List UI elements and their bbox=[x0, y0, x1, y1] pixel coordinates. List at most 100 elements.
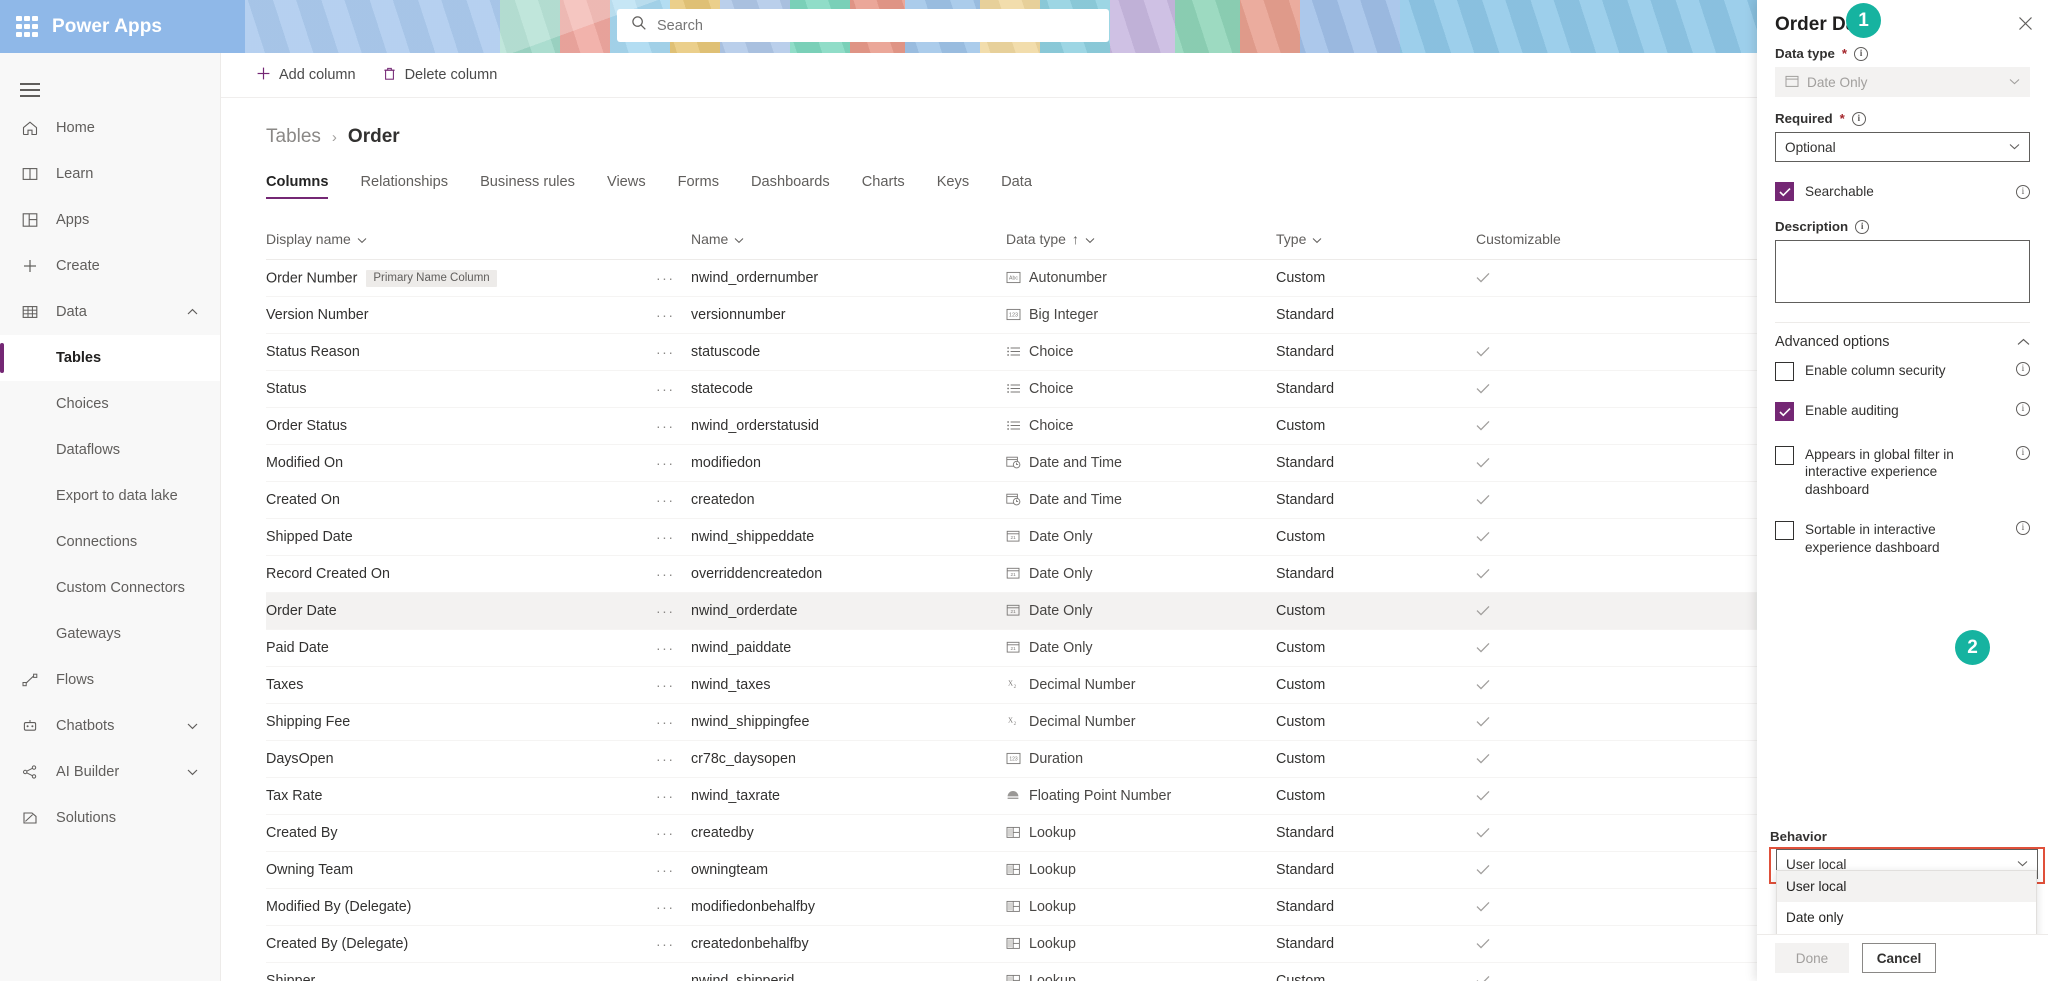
sidebar-item-data[interactable]: Data bbox=[0, 289, 220, 335]
chevron-down-icon[interactable] bbox=[1312, 231, 1322, 247]
behavior-option-user-local[interactable]: User local bbox=[1777, 871, 2036, 902]
required-select[interactable]: Optional bbox=[1775, 132, 2030, 162]
sidebar-item-solutions[interactable]: Solutions bbox=[0, 795, 220, 841]
cell-display-name[interactable]: DaysOpen bbox=[266, 740, 656, 778]
app-launcher-icon[interactable] bbox=[16, 15, 38, 38]
row-overflow-menu[interactable]: ··· bbox=[656, 851, 691, 889]
table-row[interactable]: Status Reason ··· statuscode Choice Standard bbox=[266, 333, 1786, 371]
behavior-option-date-only[interactable]: Date only bbox=[1777, 902, 2036, 933]
cell-display-name[interactable]: Order Date bbox=[266, 592, 656, 630]
sidebar-item-home[interactable]: Home bbox=[0, 105, 220, 151]
behavior-option-time-zone-independent[interactable]: Time zone independent bbox=[1777, 933, 2036, 934]
tab-charts[interactable]: Charts bbox=[846, 170, 921, 199]
tab-views[interactable]: Views bbox=[591, 170, 662, 199]
cell-display-name[interactable]: Modified By (Delegate) bbox=[266, 888, 656, 926]
sidebar-item-create[interactable]: Create bbox=[0, 243, 220, 289]
cell-display-name[interactable]: Created On bbox=[266, 481, 656, 519]
table-row[interactable]: Created By ··· createdby Lookup Standard bbox=[266, 814, 1786, 852]
chevron-up-icon[interactable] bbox=[187, 304, 198, 320]
hamburger-icon[interactable] bbox=[0, 63, 221, 105]
chevron-down-icon[interactable] bbox=[2009, 141, 2020, 153]
cell-display-name[interactable]: Status bbox=[266, 370, 656, 408]
row-overflow-menu[interactable]: ··· bbox=[656, 333, 691, 371]
table-row[interactable]: Taxes ··· nwind_taxes X 2 Decimal Number Custo… bbox=[266, 666, 1786, 704]
chevron-down-icon[interactable] bbox=[187, 718, 198, 734]
done-button[interactable]: Done bbox=[1775, 943, 1849, 973]
table-row[interactable]: Shipped Date ··· nwind_shippeddate 21 Date O… bbox=[266, 518, 1786, 556]
cell-display-name[interactable]: Record Created On bbox=[266, 555, 656, 593]
row-overflow-menu[interactable]: ··· bbox=[656, 259, 691, 297]
table-row[interactable]: Status ··· statecode Choice Standard bbox=[266, 370, 1786, 408]
info-icon[interactable]: i bbox=[2016, 402, 2030, 416]
searchable-checkbox[interactable] bbox=[1775, 182, 1794, 201]
info-icon[interactable]: i bbox=[1855, 219, 1870, 234]
table-row[interactable]: Version Number ··· versionnumber 123 Big Int… bbox=[266, 296, 1786, 334]
tab-data[interactable]: Data bbox=[985, 170, 1048, 199]
sidebar-item-gateways[interactable]: Gateways bbox=[0, 611, 220, 657]
row-overflow-menu[interactable]: ··· bbox=[656, 777, 691, 815]
cell-display-name[interactable]: Created By (Delegate) bbox=[266, 925, 656, 963]
row-overflow-menu[interactable]: ··· bbox=[656, 666, 691, 704]
sidebar-item-dataflows[interactable]: Dataflows bbox=[0, 427, 220, 473]
row-overflow-menu[interactable]: ··· bbox=[656, 592, 691, 630]
cell-display-name[interactable]: Created By bbox=[266, 814, 656, 852]
sidebar-item-learn[interactable]: Learn bbox=[0, 151, 220, 197]
row-overflow-menu[interactable]: ··· bbox=[656, 740, 691, 778]
sidebar-item-chatbots[interactable]: Chatbots bbox=[0, 703, 220, 749]
table-row[interactable]: Owning Team ··· owningteam Lookup Standard bbox=[266, 851, 1786, 889]
search-input[interactable] bbox=[657, 17, 1095, 34]
table-row[interactable]: Tax Rate ··· nwind_taxrate Floating Point N… bbox=[266, 777, 1786, 815]
tab-columns[interactable]: Columns bbox=[266, 170, 344, 199]
row-overflow-menu[interactable]: ··· bbox=[656, 296, 691, 334]
info-icon[interactable]: i bbox=[2016, 521, 2030, 536]
sidebar-item-connections[interactable]: Connections bbox=[0, 519, 220, 565]
chevron-down-icon[interactable] bbox=[1085, 231, 1095, 247]
row-overflow-menu[interactable]: ··· bbox=[656, 925, 691, 963]
tab-business-rules[interactable]: Business rules bbox=[464, 170, 591, 199]
table-row[interactable]: Order Status ··· nwind_orderstatusid Choice… bbox=[266, 407, 1786, 445]
cell-display-name[interactable]: Shipping Fee bbox=[266, 703, 656, 741]
cell-display-name[interactable]: Order Number Primary Name Column bbox=[266, 259, 656, 297]
row-overflow-menu[interactable]: ··· bbox=[656, 481, 691, 519]
tab-keys[interactable]: Keys bbox=[921, 170, 985, 199]
cell-display-name[interactable]: Shipped Date bbox=[266, 518, 656, 556]
row-overflow-menu[interactable]: ··· bbox=[656, 444, 691, 482]
row-overflow-menu[interactable]: ··· bbox=[656, 518, 691, 556]
global-filter-checkbox[interactable] bbox=[1775, 446, 1794, 465]
chevron-down-icon[interactable] bbox=[734, 231, 744, 247]
sidebar-item-custom-connectors[interactable]: Custom Connectors bbox=[0, 565, 220, 611]
cancel-button[interactable]: Cancel bbox=[1862, 943, 1936, 973]
sidebar-item-tables[interactable]: Tables bbox=[0, 335, 220, 381]
table-row[interactable]: Order Date ··· nwind_orderdate 21 Date Only C… bbox=[266, 592, 1786, 630]
info-icon[interactable]: i bbox=[2016, 184, 2030, 199]
row-overflow-menu[interactable]: ··· bbox=[656, 407, 691, 445]
sortable-dashboard-checkbox[interactable] bbox=[1775, 521, 1794, 541]
close-icon[interactable] bbox=[2017, 15, 2034, 36]
table-row[interactable]: Modified On ··· modifiedon Date and Time Sta… bbox=[266, 444, 1786, 482]
info-icon[interactable]: i bbox=[1851, 111, 1866, 126]
col-header-customizable[interactable]: Customizable bbox=[1476, 221, 1786, 260]
info-icon[interactable]: i bbox=[2016, 446, 2030, 460]
chevron-down-icon[interactable] bbox=[187, 764, 198, 780]
sidebar-item-ai-builder[interactable]: AI Builder bbox=[0, 749, 220, 795]
global-search[interactable] bbox=[617, 9, 1109, 42]
table-row[interactable]: Created By (Delegate) ··· createdonbehalfb… bbox=[266, 925, 1786, 963]
row-overflow-menu[interactable]: ··· bbox=[656, 629, 691, 667]
enable-auditing-checkbox[interactable] bbox=[1775, 402, 1794, 421]
table-row[interactable]: Paid Date ··· nwind_paiddate 21 Date Only Cus… bbox=[266, 629, 1786, 667]
table-row[interactable]: Modified By (Delegate) ··· modifiedonbehal… bbox=[266, 888, 1786, 926]
tab-forms[interactable]: Forms bbox=[662, 170, 735, 199]
table-row[interactable]: Order Number Primary Name Column ··· nwind_… bbox=[266, 259, 1786, 297]
add-column-button[interactable]: Add column bbox=[248, 61, 364, 90]
cell-display-name[interactable]: Tax Rate bbox=[266, 777, 656, 815]
table-row[interactable]: Created On ··· createdon Date and Time Stand… bbox=[266, 481, 1786, 519]
cell-display-name[interactable]: Shipper bbox=[266, 962, 656, 981]
sidebar-item-choices[interactable]: Choices bbox=[0, 381, 220, 427]
sidebar-item-apps[interactable]: Apps bbox=[0, 197, 220, 243]
col-header-name[interactable]: Name bbox=[691, 221, 1006, 260]
cell-display-name[interactable]: Order Status bbox=[266, 407, 656, 445]
cell-display-name[interactable]: Status Reason bbox=[266, 333, 656, 371]
tab-dashboards[interactable]: Dashboards bbox=[735, 170, 846, 199]
col-header-data-type[interactable]: Data type ↑ bbox=[1006, 221, 1276, 260]
row-overflow-menu[interactable]: ··· bbox=[656, 370, 691, 408]
